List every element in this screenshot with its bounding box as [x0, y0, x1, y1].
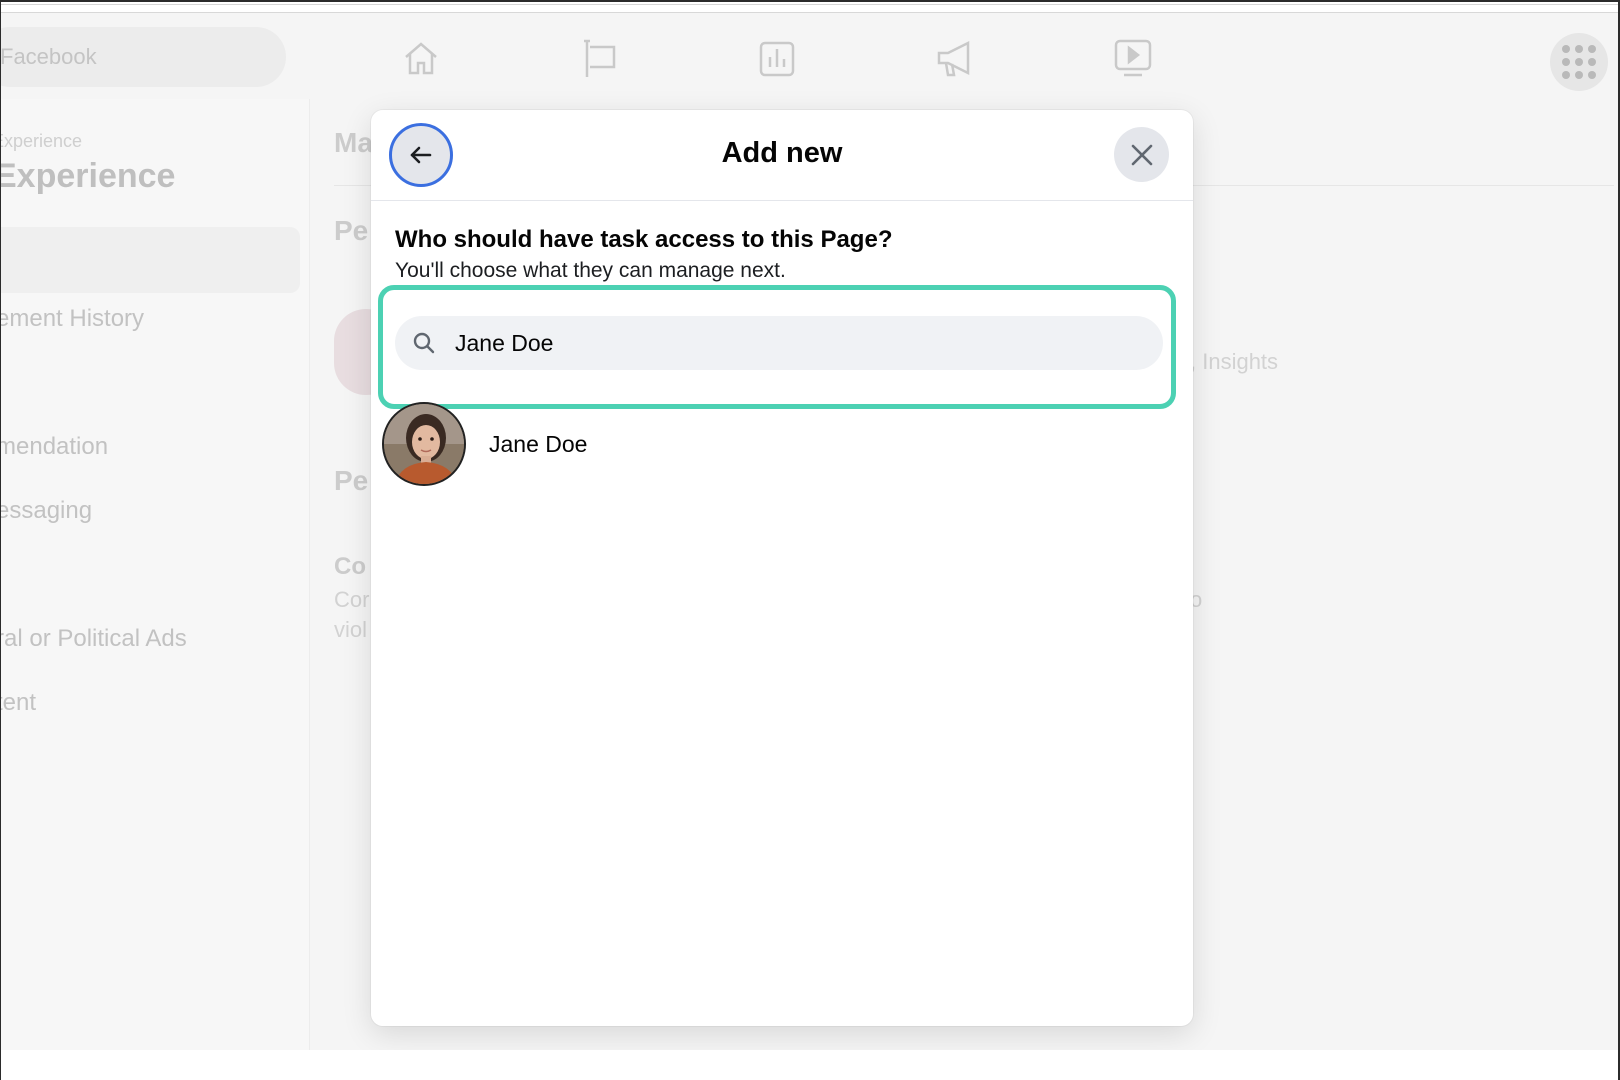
- insights-icon[interactable]: [756, 37, 798, 79]
- sidebar-heading: Experience: [0, 157, 176, 195]
- access-question: Who should have task access to this Page…: [395, 226, 893, 253]
- bottom-margin: [0, 1050, 1620, 1080]
- content-description-2: viol: [334, 617, 368, 642]
- flag-icon[interactable]: [578, 37, 620, 79]
- section-heading-people: Pe: [334, 215, 369, 246]
- home-icon[interactable]: [400, 37, 442, 79]
- sidebar-item-history[interactable]: ement History: [0, 305, 144, 333]
- dialog-title: Add new: [721, 137, 843, 169]
- search-icon: [413, 332, 435, 354]
- main-heading: Ma: [334, 127, 373, 158]
- sidebar-item-messaging[interactable]: essaging: [0, 497, 92, 525]
- person-search-field[interactable]: [395, 316, 1163, 370]
- facebook-search[interactable]: Facebook: [0, 27, 286, 87]
- close-icon: [1131, 144, 1152, 165]
- top-border-secondary: [0, 4, 1620, 5]
- sidebar-item-selected[interactable]: [0, 227, 300, 293]
- permissions-snippet: , Insights: [1190, 349, 1279, 374]
- add-new-dialog: Add new Who should have task access to t…: [371, 110, 1193, 1026]
- browser-viewport: Facebook Experience Experience ement His…: [0, 12, 1620, 1050]
- settings-sidebar: Experience Experience ement History mend…: [0, 99, 310, 1050]
- avatar: [382, 402, 466, 486]
- top-navbar: Facebook: [0, 13, 1620, 99]
- facebook-search-placeholder: Facebook: [0, 44, 97, 69]
- screen: Facebook Experience Experience ement His…: [0, 0, 1620, 1080]
- sidebar-item-content[interactable]: tent: [0, 689, 36, 717]
- menu-grid-icon[interactable]: [1550, 33, 1608, 91]
- sidebar-breadcrumb: Experience: [0, 131, 83, 151]
- sidebar-item-recommendation[interactable]: mendation: [0, 433, 108, 461]
- dialog-header: Add new: [371, 110, 1193, 201]
- left-border: [0, 0, 1, 1080]
- close-button[interactable]: [1114, 127, 1169, 182]
- sidebar-item-political-ads[interactable]: ral or Political Ads: [0, 625, 187, 653]
- search-result-item[interactable]: Jane Doe: [381, 402, 1171, 486]
- content-description: Cor: [334, 587, 370, 612]
- section-heading-people-2: Pe: [334, 465, 369, 496]
- result-name: Jane Doe: [489, 431, 588, 457]
- person-search-input[interactable]: [455, 316, 1145, 370]
- video-icon[interactable]: [1112, 37, 1154, 79]
- section-heading-content: Co: [334, 553, 366, 580]
- megaphone-icon[interactable]: [934, 37, 976, 79]
- top-border: [0, 0, 1620, 2]
- access-subtext: You'll choose what they can manage next.: [395, 259, 786, 282]
